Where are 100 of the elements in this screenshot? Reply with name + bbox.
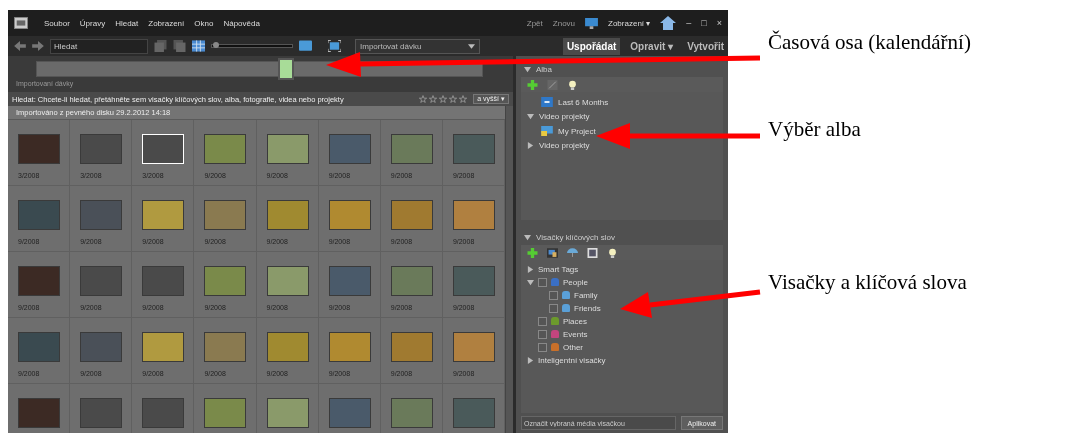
fullscreen-icon[interactable] (328, 40, 341, 52)
album-item[interactable]: Last 6 Months (527, 97, 717, 107)
video-thumbnail[interactable] (328, 332, 371, 362)
portrait-icon[interactable] (587, 247, 598, 258)
tag-group[interactable]: Inteligentní visačky (538, 355, 606, 365)
expand-triangle-icon[interactable] (527, 113, 534, 120)
checkbox[interactable] (538, 342, 547, 352)
video-thumbnail[interactable] (80, 200, 123, 230)
video-thumbnail[interactable] (80, 266, 123, 296)
video-thumbnail[interactable] (142, 398, 185, 428)
star-icon[interactable] (449, 95, 458, 103)
home-icon[interactable] (660, 16, 677, 30)
video-thumbnail[interactable] (452, 398, 495, 428)
star-icon[interactable] (419, 95, 428, 103)
forward-arrow-icon[interactable] (32, 41, 44, 51)
search-field[interactable]: Hledat (50, 38, 148, 54)
grid-icon[interactable] (192, 40, 205, 52)
video-thumbnail[interactable] (390, 134, 433, 164)
video-thumbnail[interactable] (18, 266, 60, 296)
video-thumbnail[interactable] (204, 332, 247, 362)
checkbox[interactable] (538, 277, 547, 287)
checkbox[interactable] (538, 329, 547, 339)
undo-button[interactable]: Zpět (526, 18, 543, 28)
tag-group[interactable]: Smart Tags (538, 264, 579, 274)
video-thumbnail[interactable] (266, 332, 309, 362)
video-thumbnail[interactable] (452, 266, 495, 296)
video-thumbnail[interactable] (18, 200, 60, 230)
star-icon[interactable] (429, 95, 438, 103)
panel-header[interactable]: Visačky klíčových slov (521, 224, 723, 245)
expand-triangle-icon[interactable] (527, 356, 534, 364)
collapse-triangle-icon[interactable] (524, 234, 531, 241)
lightbulb-icon[interactable] (607, 247, 618, 258)
menu-item[interactable]: Úpravy (79, 18, 106, 28)
video-thumbnail[interactable] (18, 332, 60, 362)
video-thumbnail[interactable] (80, 332, 123, 362)
album-folder[interactable]: Video projekty (539, 141, 590, 150)
edit-icon[interactable] (547, 79, 558, 90)
plus-icon[interactable] (527, 79, 538, 90)
plus-icon[interactable] (527, 247, 538, 258)
video-thumbnail[interactable] (142, 266, 185, 296)
video-thumbnail[interactable] (266, 200, 309, 230)
menu-item[interactable]: Nápověda (223, 18, 260, 28)
umbrella-icon[interactable] (567, 247, 578, 258)
album-folder[interactable]: Video projekty (539, 112, 590, 121)
video-thumbnail[interactable] (204, 134, 247, 164)
window-control-button[interactable]: – (686, 18, 692, 28)
checkbox[interactable] (538, 316, 547, 326)
timeline-marker[interactable] (278, 58, 295, 80)
mode-tab[interactable]: Uspořádat (562, 37, 621, 55)
window-control-button[interactable]: □ (701, 18, 707, 28)
expand-triangle-icon[interactable] (527, 278, 534, 286)
slider-thumb[interactable] (213, 42, 219, 48)
video-thumbnail[interactable] (204, 200, 247, 230)
album-item[interactable]: My Project (527, 126, 717, 136)
video-thumbnail[interactable] (142, 332, 185, 362)
video-thumbnail[interactable] (390, 200, 433, 230)
video-thumbnail[interactable] (266, 266, 309, 296)
stack-icon[interactable] (173, 40, 186, 52)
back-arrow-icon[interactable] (14, 41, 26, 51)
view-menu-button[interactable]: Zobrazení ▾ (608, 18, 651, 28)
video-thumbnail[interactable] (18, 134, 60, 164)
panel-header[interactable]: Alba (521, 56, 723, 77)
video-thumbnail[interactable] (328, 134, 371, 164)
tag-icon[interactable] (547, 247, 558, 258)
thumbnail-size-slider[interactable] (211, 44, 293, 48)
expand-triangle-icon[interactable] (527, 142, 534, 149)
tag-label[interactable]: Friends (574, 303, 601, 313)
video-thumbnail[interactable] (328, 398, 371, 428)
tag-label[interactable]: Other (563, 342, 583, 352)
video-thumbnail[interactable] (80, 398, 123, 428)
window-control-button[interactable]: × (716, 18, 722, 28)
video-thumbnail[interactable] (80, 134, 123, 164)
video-thumbnail[interactable] (204, 398, 247, 428)
star-icon[interactable] (439, 95, 448, 103)
checkbox[interactable] (549, 303, 558, 313)
video-thumbnail[interactable] (452, 200, 495, 230)
menu-item[interactable]: Hledat (115, 18, 139, 28)
video-thumbnail[interactable] (390, 398, 433, 428)
tag-label[interactable]: People (563, 277, 588, 287)
star-icon[interactable] (459, 95, 468, 103)
video-thumbnail[interactable] (18, 398, 60, 428)
video-thumbnail[interactable] (266, 398, 309, 428)
video-thumbnail[interactable] (328, 200, 371, 230)
video-thumbnail[interactable] (390, 266, 433, 296)
scrollbar[interactable] (505, 106, 513, 433)
menu-item[interactable]: Okno (194, 18, 214, 28)
video-thumbnail[interactable] (204, 266, 247, 296)
batch-dropdown[interactable]: Importovat dávku (355, 38, 480, 54)
video-thumbnail[interactable] (142, 200, 185, 230)
checkbox[interactable] (549, 290, 558, 300)
video-thumbnail[interactable] (390, 332, 433, 362)
lightbulb-icon[interactable] (567, 79, 578, 90)
expand-triangle-icon[interactable] (527, 265, 534, 273)
redo-button[interactable]: Znovu (552, 18, 576, 28)
video-thumbnail[interactable] (452, 134, 495, 164)
video-thumbnail[interactable] (266, 134, 309, 164)
video-thumbnail[interactable] (328, 266, 371, 296)
video-thumbnail[interactable] (452, 332, 495, 362)
tag-label[interactable]: Events (563, 329, 588, 339)
tag-label[interactable]: Family (574, 290, 598, 300)
